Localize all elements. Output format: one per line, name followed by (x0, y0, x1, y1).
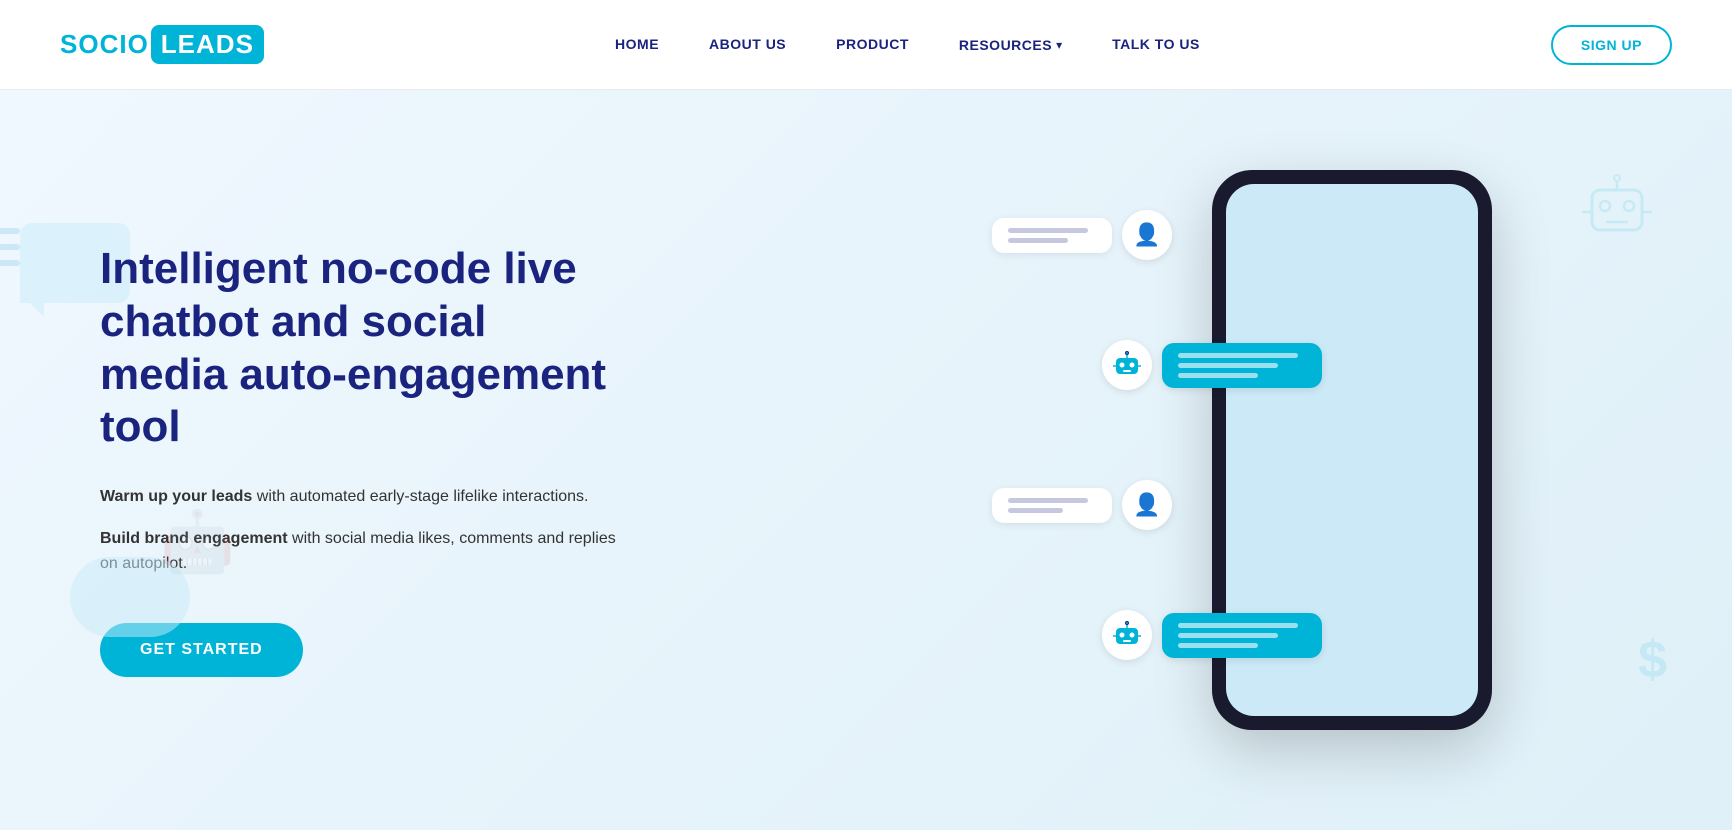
chat-row-2 (1102, 340, 1322, 390)
nav-links: HOME ABOUT US PRODUCT RESOURCES ▾ TALK T… (615, 36, 1200, 54)
nav-link-talk[interactable]: TALK TO US (1112, 36, 1200, 52)
nav-link-home[interactable]: HOME (615, 36, 659, 52)
bg-robot-icon (1577, 170, 1657, 255)
hero-desc-1-rest: with automated early-stage lifelike inte… (252, 488, 588, 505)
bubble-line (1178, 633, 1278, 638)
nav-item-home[interactable]: HOME (615, 36, 659, 54)
chat-row-1: 👤 (992, 210, 1172, 260)
hero-section: Intelligent no-code live chatbot and soc… (0, 90, 1732, 830)
nav-link-about[interactable]: ABOUT US (709, 36, 786, 52)
bot-avatar-1 (1102, 340, 1152, 390)
nav-link-resources[interactable]: RESOURCES (959, 37, 1052, 53)
bot-bubble-2 (1162, 613, 1322, 658)
chat-row-3: 👤 (992, 480, 1172, 530)
logo-box: LEADS (151, 25, 264, 64)
hero-desc-1-bold: Warm up your leads (100, 488, 252, 505)
nav-item-about[interactable]: ABOUT US (709, 36, 786, 54)
deco-lines (0, 228, 20, 266)
robot-icon (1112, 350, 1142, 380)
navbar: SOCIO LEADS HOME ABOUT US PRODUCT RESOUR… (0, 0, 1732, 90)
nav-item-product[interactable]: PRODUCT (836, 36, 909, 54)
bubble-line (1008, 498, 1088, 503)
bubble-line (1178, 623, 1298, 628)
nav-item-talk[interactable]: TALK TO US (1112, 36, 1200, 54)
nav-link-product[interactable]: PRODUCT (836, 36, 909, 52)
logo-leads: LEADS (161, 29, 254, 59)
bot-avatar-2 (1102, 610, 1152, 660)
hero-title: Intelligent no-code live chatbot and soc… (100, 243, 620, 454)
deco-line-2 (0, 244, 20, 250)
signup-button[interactable]: SIGN UP (1551, 25, 1672, 65)
bubble-line (1178, 373, 1258, 378)
nav-item-resources[interactable]: RESOURCES ▾ (959, 37, 1062, 53)
bubble-line (1008, 228, 1088, 233)
user-bubble-1 (992, 218, 1112, 253)
bubble-line (1178, 353, 1298, 358)
user-icon-2: 👤 (1133, 492, 1160, 518)
bubble-line (1008, 238, 1068, 243)
logo-socio: SOCIO (60, 29, 149, 60)
bg-dollar-icon: $ (1638, 630, 1667, 690)
deco-line-3 (0, 260, 20, 266)
hero-left: Intelligent no-code live chatbot and soc… (100, 243, 620, 677)
bubble-line (1008, 508, 1063, 513)
bubble-line (1178, 643, 1258, 648)
user-avatar-2: 👤 (1122, 480, 1172, 530)
user-icon: 👤 (1133, 222, 1160, 248)
user-bubble-2 (992, 488, 1112, 523)
bot-bubble-1 (1162, 343, 1322, 388)
deco-line-1 (0, 228, 20, 234)
chevron-down-icon: ▾ (1056, 38, 1062, 52)
chat-row-4 (1102, 610, 1322, 660)
bubble-line (1178, 363, 1278, 368)
robot-icon-2 (1112, 620, 1142, 650)
hero-right: $ 👤 (1072, 150, 1672, 770)
deco-bg-robot-left: 🤖 (160, 506, 235, 577)
user-avatar-1: 👤 (1122, 210, 1172, 260)
logo[interactable]: SOCIO LEADS (60, 25, 264, 64)
nav-resources-wrap[interactable]: RESOURCES ▾ (959, 37, 1062, 53)
